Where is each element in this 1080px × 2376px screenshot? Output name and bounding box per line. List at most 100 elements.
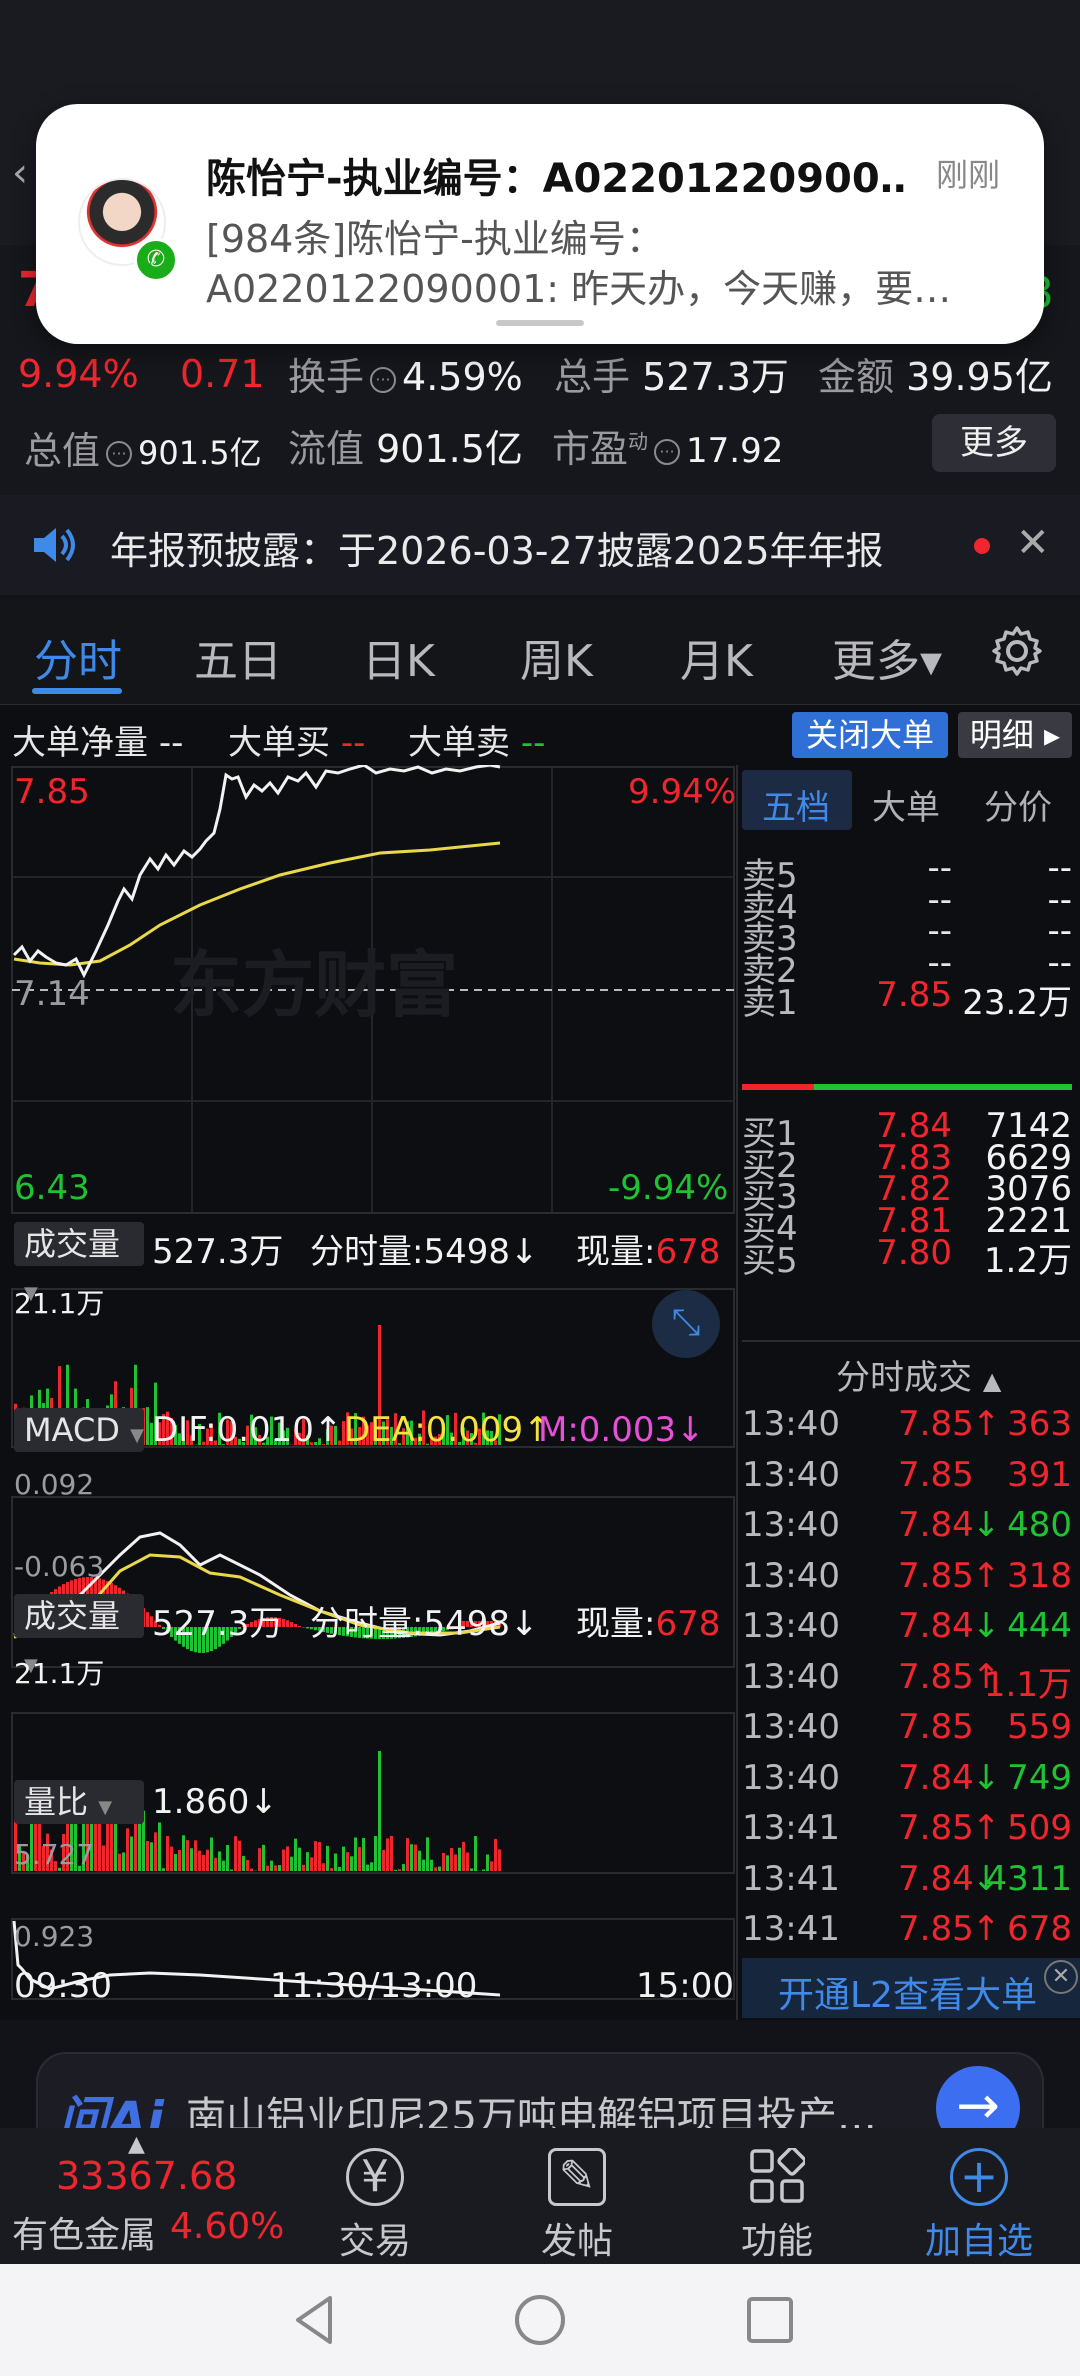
volume-bar [438,1866,441,1871]
home-icon[interactable] [512,2292,568,2348]
close-bigorder-button[interactable]: 关闭大单 [792,712,948,758]
volume-bar [186,1840,189,1871]
volume-max-1: 21.1万 [14,1287,105,1320]
more-button[interactable]: 更多 [932,414,1056,472]
caret-up-icon: ▲ [982,1367,1002,1395]
tab-daily-k[interactable]: 日K [362,625,435,689]
volume-total-2: 527.3万 [152,1604,284,1644]
detail-button[interactable]: 明细 ▸ [958,712,1072,758]
level-label: 卖1 [742,982,798,1023]
nav-add-watchlist-label: 加自选 [924,2221,1033,2262]
volume-bar [150,1842,153,1871]
pct-high-label: 9.94% [628,772,737,812]
tick-price: 7.85 [898,1454,974,1495]
tick-time: 13:40 [742,1707,840,1747]
tick-volume: 480 [1007,1505,1072,1545]
expand-icon[interactable]: ⤡ [652,1290,720,1358]
tab-intraday[interactable]: 分时 [34,625,122,689]
intraday-chart[interactable]: 东方财富 [0,765,740,2020]
tab-monthly-k[interactable]: 月K [680,625,753,689]
volume-bar [418,1850,421,1871]
recents-icon[interactable] [744,2294,796,2346]
macd-bar [290,1622,293,1627]
volume-dropdown-1[interactable]: 成交量 ▼ [14,1222,144,1304]
current-volume-2-label: 现量: [576,1604,656,1644]
x-start-label: 09:30 [14,1966,112,2006]
tab-five-levels[interactable]: 五档 [762,780,830,829]
arrow-up-icon: ↑ [972,1909,1001,1949]
back-icon[interactable] [286,2292,342,2348]
volume-dropdown-2[interactable]: 成交量 ▼ [14,1594,144,1676]
vol-ratio-dropdown[interactable]: 量比 ▼ [14,1780,144,1824]
volume-bar [470,1868,473,1871]
tick-price: 7.85 [898,1909,974,1949]
index-name[interactable]: 有色金属 [12,2206,156,2258]
nav-post[interactable]: ✎ 发帖 [502,2128,652,2264]
volume-bar [110,1817,113,1871]
volume-bar [326,1845,329,1871]
notification-body-line2: A0220122090001: 昨天办，今天赚，要… [206,267,952,311]
macd-bar [306,1627,309,1629]
volume-bar [278,1865,281,1871]
volume-bar [398,1869,401,1871]
close-icon[interactable]: ✕ [1016,520,1050,566]
volume-bar [206,1849,209,1871]
index-value[interactable]: 33367.68 [56,2154,237,2198]
info-icon[interactable]: ··· [654,438,681,465]
total-volume: 总手 527.3万 [554,346,789,401]
tab-more[interactable]: 更多▾ [832,625,942,689]
tab-big-orders[interactable]: 大单 [872,780,940,829]
total-volume-label: 总手 [554,355,631,399]
ticks-header[interactable]: 分时成交 ▲ [836,1350,1001,1399]
macd-dif: DIF:0.010↑ [152,1410,343,1450]
plus-circle-icon: + [950,2148,1008,2206]
volume-bar [450,1848,453,1871]
macd-m: M:0.003↓ [538,1410,705,1450]
volume-bar [434,1867,437,1871]
tab-weekly-k[interactable]: 周K [520,625,593,689]
tick-price: 7.85 [898,1656,974,1697]
buy-level-row[interactable]: 买5 7.80 1.2万 [742,1233,1072,1281]
info-icon[interactable]: ··· [370,366,397,393]
tab-five-day[interactable]: 五日 [194,625,282,689]
nav-functions[interactable]: 功能 [702,2128,852,2264]
volume-bar [430,1859,433,1871]
arrow-down-icon: ↓ [972,1606,1001,1646]
nav-add-watchlist[interactable]: + 加自选 [904,2128,1054,2264]
drag-handle[interactable] [496,320,584,326]
close-icon[interactable]: ✕ [1044,1960,1078,1994]
gear-icon[interactable] [990,624,1044,678]
volume-bar [230,1869,233,1871]
macd-dropdown[interactable]: MACD ▼ [14,1408,144,1452]
current-volume-1: 现量:678 [576,1224,720,1273]
tick-time: 13:40 [742,1454,840,1495]
tick-volume: 678 [1007,1909,1072,1949]
tick-volume: 363 [1007,1404,1072,1444]
banner-text: 年报预披露：于2026-03-27披露2025年年报 [110,529,884,573]
arrow-down-icon: ↓ [972,1757,1001,1798]
tick-row: 13:40 7.85 ↑ 1.1万 [742,1657,1072,1707]
volume-bar [118,1853,121,1871]
tick-volume: 509 [1007,1808,1072,1848]
back-icon[interactable]: ‹ [12,150,28,196]
volume-bar [366,1864,369,1871]
sell-level-row[interactable]: 卖1 7.85 23.2万 [742,975,1072,1023]
volume-bar [346,1852,349,1871]
macd-dea: DEA:0.009↑ [344,1410,552,1450]
tab-price-distribution[interactable]: 分价 [984,780,1052,829]
info-icon[interactable]: ··· [106,440,133,467]
nav-trade[interactable]: ¥ 交易 [300,2128,450,2264]
volume-bar [250,1868,253,1871]
volume-bar [302,1864,305,1871]
tick-row: 13:40 7.84 ↓ 444 [742,1606,1072,1656]
tick-price: 7.85 [898,1404,974,1444]
level-volume: 23.2万 [962,982,1072,1023]
bigorder-sell-label: 大单卖 [408,723,510,763]
tick-row: 13:40 7.84 ↓ 480 [742,1505,1072,1555]
tick-price: 7.85 [898,1707,974,1747]
macd-bar [294,1623,297,1627]
unread-dot [974,538,990,554]
volume-bar [194,1840,197,1871]
pe-sup: 动 [628,429,649,454]
volume-bar [422,1859,425,1871]
